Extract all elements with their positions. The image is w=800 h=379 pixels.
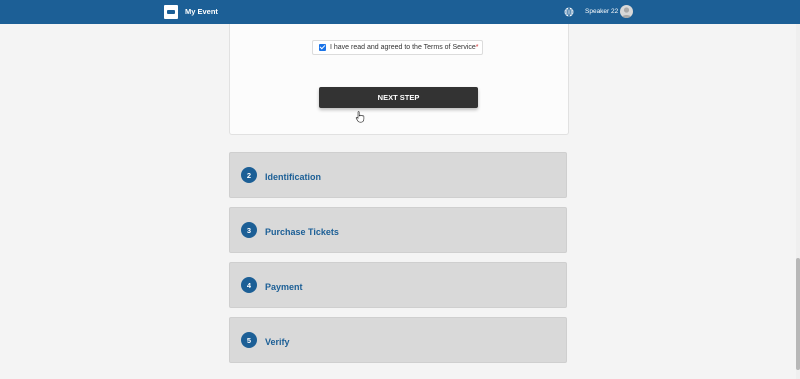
user-avatar-icon[interactable] (620, 5, 633, 18)
terms-label: I have read and agreed to the Terms of S… (330, 44, 476, 51)
step-panel-purchase-tickets[interactable]: 3 Purchase Tickets (229, 207, 567, 253)
user-name[interactable]: Speaker 22 (585, 8, 618, 15)
step-title: Purchase Tickets (265, 227, 339, 237)
app-title[interactable]: My Event (185, 7, 218, 16)
required-marker: * (475, 44, 479, 51)
step-panel-identification[interactable]: 2 Identification (229, 152, 567, 198)
step-panel-payment[interactable]: 4 Payment (229, 262, 567, 308)
hand-pointer-cursor-icon (355, 111, 365, 123)
globe-icon[interactable] (564, 7, 574, 17)
terms-checkbox[interactable] (319, 44, 326, 51)
top-navigation-bar: My Event Speaker 22 (0, 0, 800, 24)
next-step-button[interactable]: NEXT STEP (319, 87, 478, 108)
app-logo-icon[interactable] (164, 5, 178, 19)
step-title: Verify (265, 337, 290, 347)
step-number-badge: 2 (241, 167, 257, 183)
step-title: Payment (265, 282, 303, 292)
scrollbar-thumb[interactable] (796, 258, 800, 370)
step-panel-verify[interactable]: 5 Verify (229, 317, 567, 363)
step-title: Identification (265, 172, 321, 182)
terms-agreement[interactable]: I have read and agreed to the Terms of S… (312, 40, 483, 55)
step-number-badge: 4 (241, 277, 257, 293)
step-number-badge: 3 (241, 222, 257, 238)
step-number-badge: 5 (241, 332, 257, 348)
